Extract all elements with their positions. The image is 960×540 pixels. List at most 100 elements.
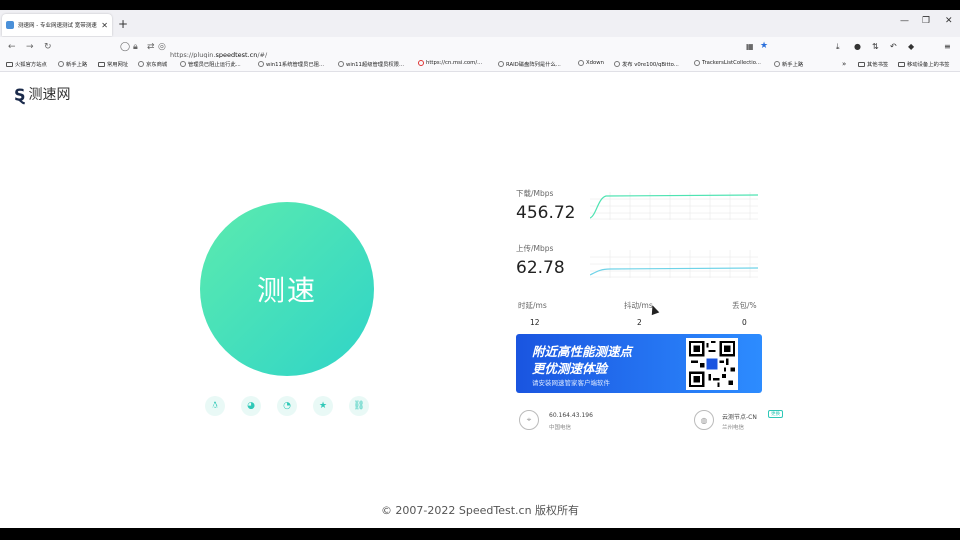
bookmark-item[interactable]: TrackersListCollectio...: [694, 60, 761, 66]
start-test-button[interactable]: 测速: [200, 202, 374, 376]
bookmarks-bar: 火狐官方站点 新手上路 常用网址 京东商城 管理员已阻止运行此... win11…: [0, 58, 960, 72]
forward-arrow-icon[interactable]: →: [26, 42, 34, 52]
bookmark-label: 移动设备上的书签: [907, 62, 950, 68]
bookmark-item[interactable]: 常用网址: [98, 60, 128, 68]
shield-icon[interactable]: ◯: [120, 42, 130, 52]
bookmark-item[interactable]: win11超级管理员权限...: [338, 60, 404, 68]
reload-icon[interactable]: ↻: [44, 42, 52, 52]
github-icon: [694, 60, 700, 66]
bookmark-item[interactable]: 火狐官方站点: [6, 60, 47, 68]
banner-caption: 请安装网速管家客户端软件: [532, 379, 610, 387]
close-window-button[interactable]: ✕: [945, 16, 953, 26]
upload-value: 62.78: [516, 258, 565, 278]
weibo-share-icon[interactable]: ◔: [277, 396, 297, 416]
folder-icon: [6, 61, 13, 67]
upload-label: 上传/Mbps: [516, 244, 554, 253]
bookmark-label: 常用网址: [107, 62, 129, 68]
folder-icon: [858, 61, 865, 67]
start-test-label: 测速: [256, 274, 317, 307]
test-node-name: 云测节点-CN: [722, 414, 757, 421]
wechat-share-icon[interactable]: ◕: [241, 396, 261, 416]
bookmark-item[interactable]: RAID磁盘阵列是什么...: [498, 60, 561, 68]
globe-icon: [338, 61, 344, 67]
bookmark-label: 火狐官方站点: [15, 62, 47, 68]
restore-button[interactable]: ❐: [922, 16, 930, 26]
client-promo-banner[interactable]: 附近高性能测速点 更优测速体验 请安装网速管家客户端软件: [516, 334, 762, 393]
bookmark-label: 京东商城: [146, 62, 168, 68]
bookmark-item[interactable]: 发布 v0re100/qBitto...: [614, 60, 679, 68]
bookmark-label: 其他书签: [867, 62, 889, 68]
favorite-star-icon[interactable]: ★: [313, 396, 333, 416]
bookmark-label: 新手上路: [782, 62, 804, 68]
account-icon[interactable]: ●: [854, 42, 861, 51]
loss-value: 0: [742, 318, 747, 327]
bookmarks-overflow-icon[interactable]: »: [842, 60, 846, 68]
globe-icon: [498, 61, 504, 67]
test-node-city: 兰州电信: [722, 425, 745, 431]
ip-address: 60.164.43.196: [549, 412, 593, 419]
extension-icon[interactable]: ⇅: [872, 42, 879, 51]
latency-value: 12: [530, 318, 540, 327]
qr-code-icon: [686, 338, 738, 390]
download-value: 456.72: [516, 203, 576, 223]
site-logo[interactable]: Ȿ 测速网: [14, 84, 71, 104]
globe-icon: [138, 61, 144, 67]
bookmark-label: 发布 v0re100/qBitto...: [622, 62, 679, 68]
tab-speedtest[interactable]: 测速网 - 专业网速测试 宽带测速 ✕: [2, 14, 112, 36]
bookmark-label: Xdown: [586, 60, 604, 66]
addon-icon[interactable]: ◆: [908, 42, 914, 51]
minimize-button[interactable]: —: [900, 16, 909, 26]
lock-icon[interactable]: 🔒︎: [133, 42, 138, 52]
upload-graph: [590, 250, 758, 278]
location-pin-icon: ⌖: [519, 410, 539, 430]
bookmark-item[interactable]: 管理员已阻止运行此...: [180, 60, 241, 68]
logo-text: 测速网: [28, 87, 71, 103]
copy-link-icon[interactable]: ⛓︎: [349, 396, 369, 416]
bookmark-label: https://cn.msi.com/...: [426, 60, 483, 66]
globe-icon: [578, 60, 584, 66]
share-bar: 🐧︎ ◕ ◔ ★ ⛓︎: [205, 396, 369, 416]
bookmark-label: TrackersListCollectio...: [702, 60, 761, 66]
bookmark-star-icon[interactable]: ★: [760, 41, 768, 51]
bookmark-item[interactable]: 移动设备上的书签: [898, 60, 949, 68]
bookmark-label: win11系统管理员已阻...: [266, 62, 325, 68]
location-icon[interactable]: ◎: [158, 42, 166, 52]
bookmark-item[interactable]: https://cn.msi.com/...: [418, 60, 482, 66]
bookmark-item[interactable]: 其他书签: [858, 60, 888, 68]
back-arrow-icon[interactable]: ←: [8, 42, 16, 52]
globe-icon: [180, 61, 186, 67]
download-graph: [590, 192, 758, 220]
copyright-footer: © 2007-2022 SpeedTest.cn 版权所有: [380, 504, 580, 517]
bookmark-item[interactable]: 新手上路: [58, 60, 87, 68]
tab-favicon-icon: [6, 21, 14, 29]
reader-view-icon[interactable]: ▦: [746, 42, 754, 51]
firefox-icon: [774, 61, 780, 67]
bookmark-item[interactable]: 京东商城: [138, 60, 167, 68]
menu-icon[interactable]: ≡: [944, 42, 951, 51]
latency-label: 时延/ms: [518, 301, 547, 310]
isp-name: 中国电信: [549, 425, 572, 431]
globe-icon: [258, 61, 264, 67]
bookmark-label: 新手上路: [66, 62, 88, 68]
bookmark-item[interactable]: 新手上路: [774, 60, 803, 68]
new-tab-button[interactable]: +: [118, 17, 128, 31]
github-icon: [614, 61, 620, 67]
page-content: Ȿ 测速网 测速 🐧︎ ◕ ◔ ★ ⛓︎ 下载/Mbps 456.72 上传/M…: [0, 72, 960, 528]
bookmark-item[interactable]: Xdown: [578, 60, 604, 66]
tab-title: 测速网 - 专业网速测试 宽带测速: [18, 23, 97, 29]
downloads-icon[interactable]: ⤓: [836, 42, 840, 52]
msi-icon: [418, 60, 424, 66]
logo-s-icon: Ȿ: [14, 84, 26, 104]
bookmark-label: win11超级管理员权限...: [346, 62, 405, 68]
qq-share-icon[interactable]: 🐧︎: [205, 396, 225, 416]
undo-icon[interactable]: ↶: [890, 42, 897, 51]
loss-label: 丢包/%: [732, 301, 757, 310]
mouse-cursor: [648, 303, 660, 316]
mobile-folder-icon: [898, 61, 905, 67]
nav-bar: ← → ↻ ◯ 🔒︎ ⇄ ◎ https://plugin.speedtest.…: [0, 37, 960, 59]
change-node-button[interactable]: 更换: [768, 410, 783, 418]
tab-close-icon[interactable]: ✕: [101, 21, 108, 30]
permissions-icon[interactable]: ⇄: [147, 42, 155, 52]
bookmark-item[interactable]: win11系统管理员已阻...: [258, 60, 324, 68]
jitter-value: 2: [637, 318, 642, 327]
